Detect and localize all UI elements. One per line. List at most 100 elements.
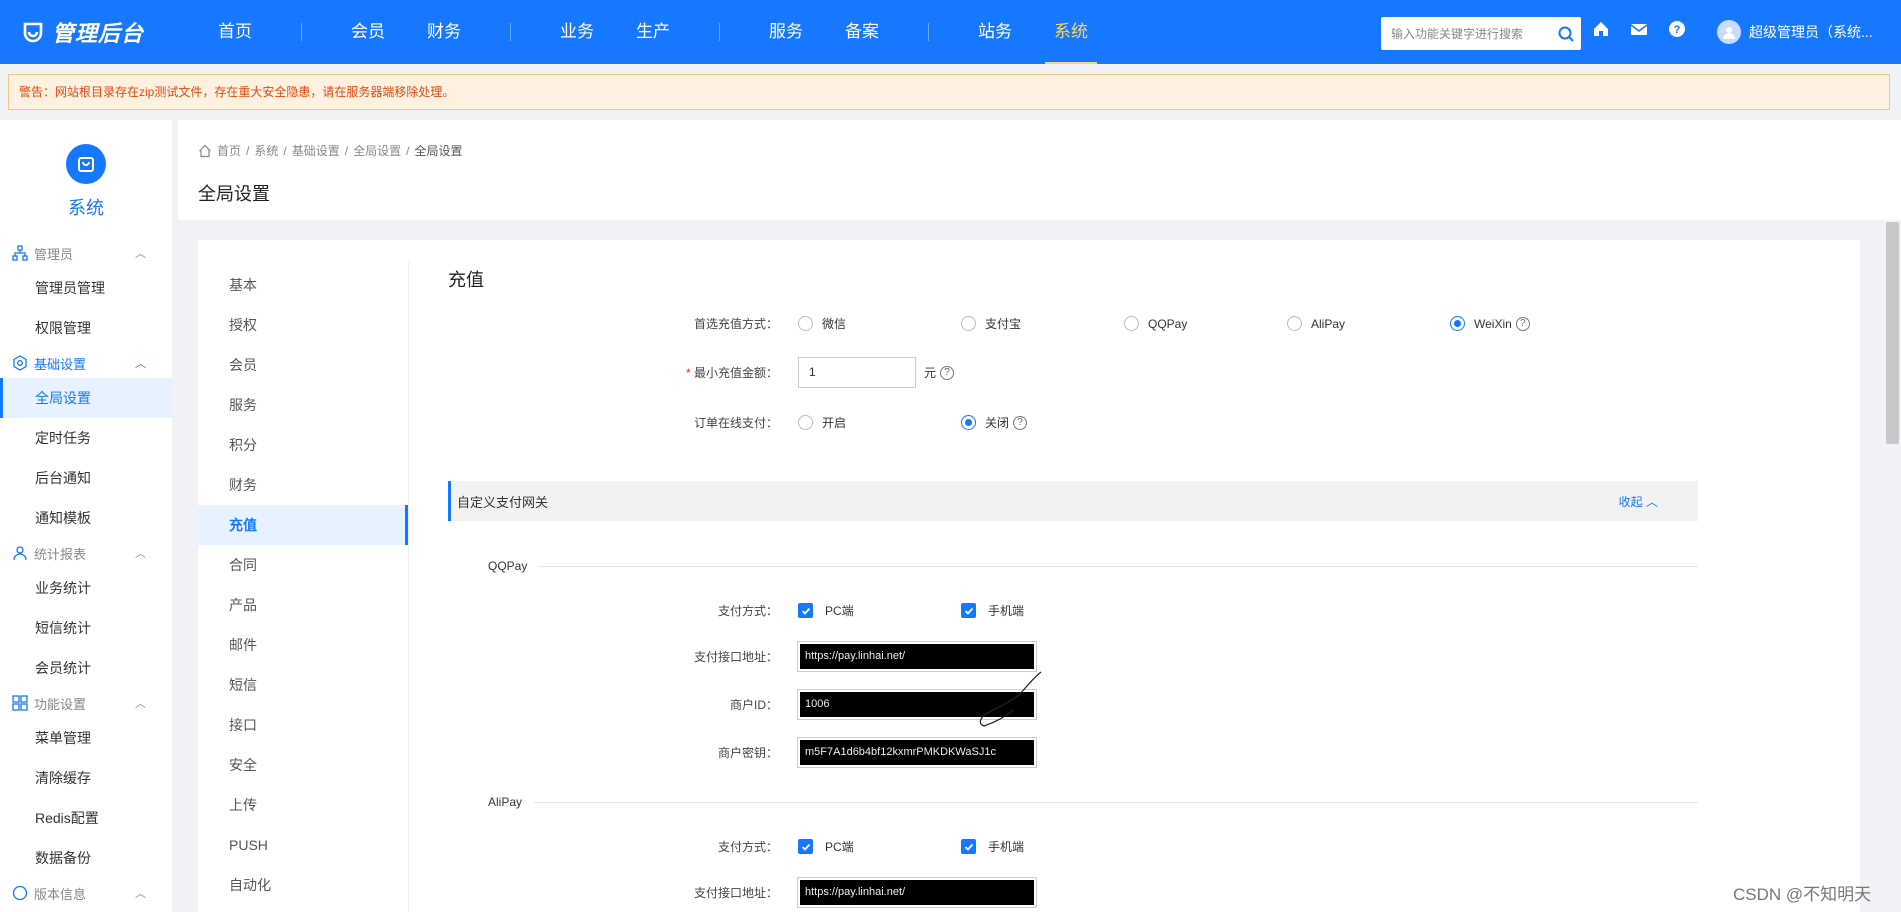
breadcrumb-separator: / bbox=[246, 143, 250, 158]
search-input[interactable]: 输入功能关键字进行搜索 bbox=[1381, 17, 1581, 50]
user-name: 超级管理员（系统... bbox=[1749, 24, 1873, 40]
tab-email[interactable]: 邮件 bbox=[198, 625, 408, 665]
breadcrumb-item[interactable]: 基础设置 bbox=[292, 142, 340, 159]
tab-security[interactable]: 安全 bbox=[198, 745, 408, 785]
tab-product[interactable]: 产品 bbox=[198, 585, 408, 625]
sidebar-item-business-stats[interactable]: 业务统计 bbox=[0, 568, 172, 608]
nav-production[interactable]: 生产 bbox=[615, 0, 691, 64]
nav-filing[interactable]: 备案 bbox=[824, 0, 900, 64]
sidebar-item-notice-template[interactable]: 通知模板 bbox=[0, 498, 172, 538]
sidebar-title: 系统 bbox=[68, 198, 104, 218]
nav-site[interactable]: 站务 bbox=[957, 0, 1033, 64]
tab-upload[interactable]: 上传 bbox=[198, 785, 408, 825]
nav-home[interactable]: 首页 bbox=[197, 0, 273, 64]
nav-system[interactable]: 系统 bbox=[1033, 0, 1109, 64]
sidebar-item-global-settings[interactable]: 全局设置 bbox=[0, 378, 172, 418]
page-header: 首页 / 系统 / 基础设置 / 全局设置 / 全局设置 全局设置 bbox=[178, 120, 1901, 220]
chevron-up-icon: ︿ bbox=[135, 888, 146, 900]
search-icon[interactable] bbox=[1551, 26, 1581, 42]
tab-points[interactable]: 积分 bbox=[198, 425, 408, 465]
radio-alipay[interactable]: AliPay bbox=[1287, 316, 1450, 331]
radio-label: AliPay bbox=[1311, 316, 1346, 331]
sidebar-group-features[interactable]: 功能设置 ︿ bbox=[0, 688, 172, 718]
sidebar-group-version[interactable]: 版本信息 ︿ bbox=[0, 878, 172, 908]
radio-enable[interactable]: 开启 bbox=[798, 414, 961, 431]
panel-title: 自定义支付网关 bbox=[457, 494, 549, 510]
tab-recharge[interactable]: 充值 bbox=[198, 505, 408, 545]
breadcrumb-item[interactable]: 系统 bbox=[254, 142, 278, 159]
watermark: CSDN @不知明天 bbox=[1733, 885, 1872, 904]
collapse-button[interactable]: 收起 ︿ bbox=[1619, 493, 1658, 510]
nav-service[interactable]: 服务 bbox=[748, 0, 824, 64]
help-icon[interactable]: ? bbox=[1668, 20, 1686, 38]
sidebar-group-statistics[interactable]: 统计报表 ︿ bbox=[0, 538, 172, 568]
divider bbox=[534, 801, 1698, 803]
help-icon[interactable]: ? bbox=[1515, 316, 1530, 331]
tab-member[interactable]: 会员 bbox=[198, 345, 408, 385]
radio-label: 微信 bbox=[822, 317, 847, 331]
sidebar-item-admin-manage[interactable]: 管理员管理 bbox=[0, 268, 172, 308]
checkbox-mobile[interactable]: 手机端 bbox=[961, 838, 1124, 855]
sidebar-item-menu-manage[interactable]: 菜单管理 bbox=[0, 718, 172, 758]
mail-icon[interactable] bbox=[1630, 20, 1648, 38]
checkbox-pc[interactable]: PC端 bbox=[798, 602, 961, 619]
custom-gateway-panel-header: 自定义支付网关 收起 ︿ bbox=[448, 481, 1698, 521]
sidebar-item-sms-stats[interactable]: 短信统计 bbox=[0, 608, 172, 648]
qqpay-merchant-row: 商户ID： 1006 bbox=[448, 689, 1037, 720]
radio-alipay-cn[interactable]: 支付宝 bbox=[961, 315, 1124, 332]
help-icon[interactable]: ? bbox=[1013, 415, 1028, 430]
tab-automation[interactable]: 自动化 bbox=[198, 865, 408, 905]
redacted-url-input[interactable]: https://pay.linhai.net/ bbox=[797, 641, 1037, 672]
users-icon bbox=[12, 545, 28, 561]
breadcrumb-item[interactable]: 全局设置 bbox=[353, 142, 401, 159]
radio-wechat[interactable]: 微信 bbox=[798, 315, 961, 332]
tab-license[interactable]: 授权 bbox=[198, 305, 408, 345]
settings-card: 基本 授权 会员 服务 积分 财务 充值 合同 产品 邮件 短信 接口 安全 上… bbox=[198, 240, 1860, 912]
home-icon[interactable] bbox=[198, 144, 212, 158]
redacted-url-input[interactable]: https://pay.linhai.net/ bbox=[797, 877, 1037, 908]
radio-weixin[interactable]: WeiXin? bbox=[1450, 316, 1613, 331]
gateway-title-alipay: AliPay bbox=[488, 795, 1698, 809]
page-scrollbar[interactable] bbox=[1886, 222, 1899, 444]
nav-member[interactable]: 会员 bbox=[330, 0, 406, 64]
tab-finance[interactable]: 财务 bbox=[198, 465, 408, 505]
sidebar-item-admin-notice[interactable]: 后台通知 bbox=[0, 458, 172, 498]
checkbox-mobile[interactable]: 手机端 bbox=[961, 602, 1124, 619]
field-label: 订单在线支付： bbox=[693, 416, 778, 430]
home-icon[interactable] bbox=[1592, 20, 1610, 38]
top-navbar: 管理后台 首页 会员 财务 业务 生产 服务 备案 站务 系统 输入功能关键字进… bbox=[0, 0, 1901, 64]
warning-banner: 警告：网站根目录存在zip测试文件，存在重大安全隐患，请在服务器端移除处理。 bbox=[8, 74, 1890, 110]
redacted-key-input[interactable]: m5F7A1d6b4bf12kxmrPMKDKWaSJ1c bbox=[797, 737, 1037, 768]
sidebar-item-redis[interactable]: Redis配置 bbox=[0, 798, 172, 838]
logo-text: 管理后台 bbox=[52, 21, 145, 46]
divider bbox=[539, 565, 1698, 567]
breadcrumb-item[interactable]: 首页 bbox=[217, 142, 241, 159]
gateway-title-qqpay: QQPay bbox=[488, 559, 1698, 573]
sidebar-group-admin[interactable]: 管理员 ︿ bbox=[0, 238, 172, 268]
radio-qqpay[interactable]: QQPay bbox=[1124, 316, 1287, 331]
chevron-up-icon: ︿ bbox=[135, 698, 146, 710]
sidebar-item-backup[interactable]: 数据备份 bbox=[0, 838, 172, 878]
sidebar-group-basic-settings[interactable]: 基础设置 ︿ bbox=[0, 348, 172, 378]
checkbox-pc[interactable]: PC端 bbox=[798, 838, 961, 855]
breadcrumb-separator: / bbox=[344, 143, 349, 158]
nav-business[interactable]: 业务 bbox=[539, 0, 615, 64]
min-amount-input[interactable]: 1 bbox=[798, 357, 916, 388]
user-menu[interactable]: 超级管理员（系统... bbox=[1717, 20, 1873, 44]
nav-finance[interactable]: 财务 bbox=[406, 0, 482, 64]
sidebar-item-clear-cache[interactable]: 清除缓存 bbox=[0, 758, 172, 798]
logo[interactable]: 管理后台 bbox=[22, 16, 172, 48]
tab-basic[interactable]: 基本 bbox=[198, 265, 408, 305]
tab-service[interactable]: 服务 bbox=[198, 385, 408, 425]
sidebar-item-permissions[interactable]: 权限管理 bbox=[0, 308, 172, 348]
radio-disable[interactable]: 关闭? bbox=[961, 414, 1124, 431]
tab-api[interactable]: 接口 bbox=[198, 705, 408, 745]
tab-sms[interactable]: 短信 bbox=[198, 665, 408, 705]
sidebar-item-scheduled-tasks[interactable]: 定时任务 bbox=[0, 418, 172, 458]
help-icon[interactable]: ? bbox=[940, 365, 955, 380]
sidebar-item-member-stats[interactable]: 会员统计 bbox=[0, 648, 172, 688]
tab-push[interactable]: PUSH bbox=[198, 825, 408, 865]
tab-contract[interactable]: 合同 bbox=[198, 545, 408, 585]
logo-icon bbox=[23, 22, 43, 43]
svg-text:?: ? bbox=[1674, 24, 1681, 36]
